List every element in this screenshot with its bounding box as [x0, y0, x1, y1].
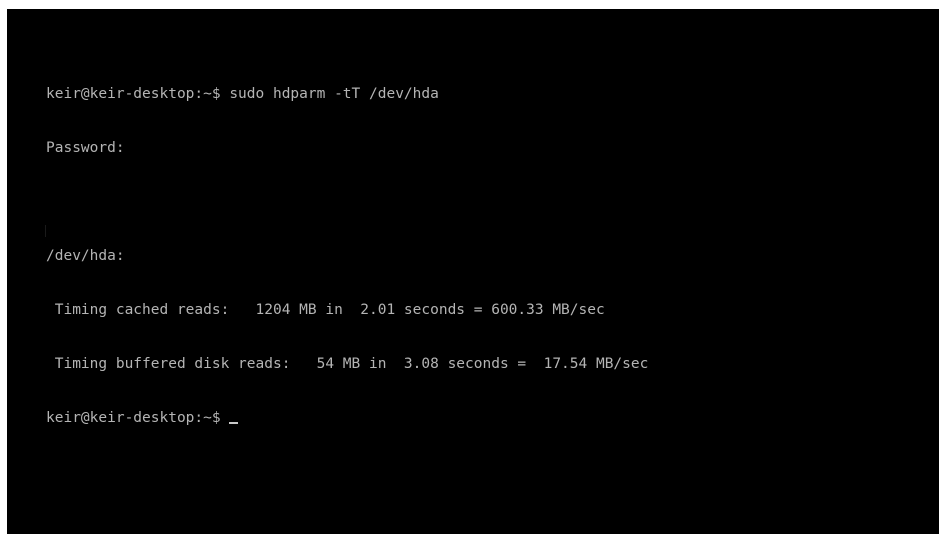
terminal-output: keir@keir-desktop:~$ sudo hdparm -tT /de…: [46, 49, 648, 463]
terminal-line-password-prompt: Password:: [46, 140, 125, 156]
screen-artifact: [45, 225, 46, 237]
terminal-screen[interactable]: keir@keir-desktop:~$ sudo hdparm -tT /de…: [7, 9, 939, 534]
terminal-line-buffered-reads: Timing buffered disk reads: 54 MB in 3.0…: [46, 356, 649, 372]
terminal-prompt-line[interactable]: keir@keir-desktop:~$: [46, 409, 648, 427]
terminal-line-command: keir@keir-desktop:~$ sudo hdparm -tT /de…: [46, 86, 439, 102]
terminal-line-device: /dev/hda:: [46, 248, 125, 264]
shell-prompt: keir@keir-desktop:~$: [46, 410, 230, 426]
terminal-line-cached-reads: Timing cached reads: 1204 MB in 2.01 sec…: [46, 302, 605, 318]
text-cursor: [229, 422, 239, 424]
